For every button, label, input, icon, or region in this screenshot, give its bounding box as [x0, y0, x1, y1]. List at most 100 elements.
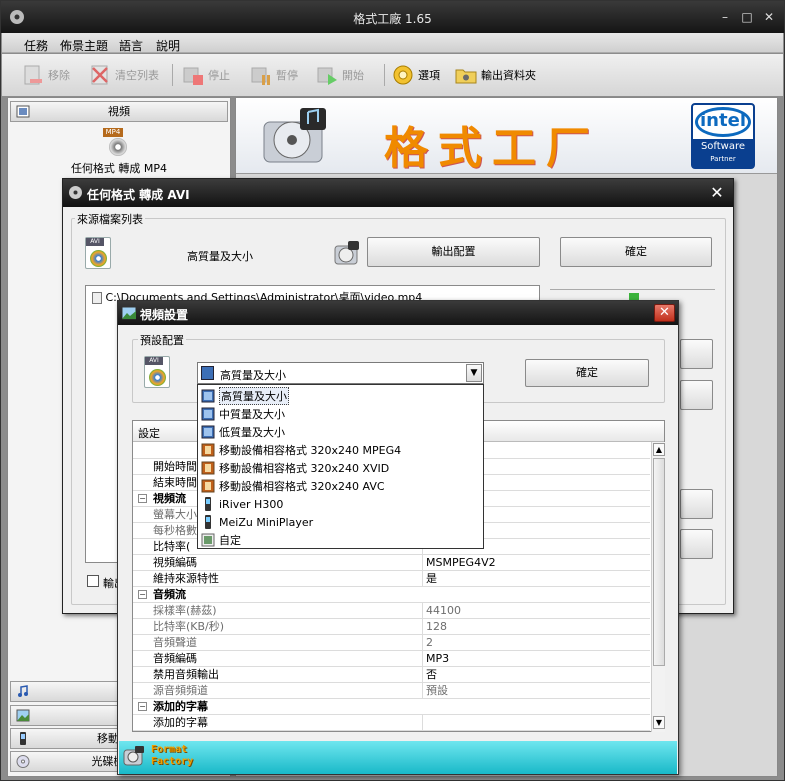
collapse-toggle-icon[interactable]: − — [138, 702, 147, 711]
options-button[interactable]: 選項 — [392, 62, 440, 88]
scroll-up-arrow[interactable]: ▲ — [653, 443, 665, 456]
grid-scrollbar[interactable]: ▲ ▼ — [651, 442, 665, 732]
property-value[interactable] — [422, 715, 648, 731]
title-bar: 格式工廠 1.65 – □ ✕ — [1, 1, 784, 33]
player-icon — [205, 497, 211, 511]
remove-button[interactable]: 移除 — [22, 62, 70, 88]
menu-task[interactable]: 任務 — [24, 37, 48, 54]
collapse-toggle-icon[interactable]: − — [138, 590, 147, 599]
menu-language[interactable]: 語言 — [119, 37, 143, 54]
menu-help[interactable]: 說明 — [156, 37, 180, 54]
toolbar-separator — [172, 64, 173, 86]
dropdown-option[interactable]: 移動設備相容格式 320x240 XVID — [201, 459, 481, 477]
preset-dropdown-list[interactable]: 高質量及大小 中質量及大小 低質量及大小 移動設備相容格式 320x240 MPEG4… — [197, 384, 484, 549]
settings-header-label: 設定 — [138, 427, 160, 440]
dropdown-option[interactable]: 中質量及大小 — [201, 405, 481, 423]
film-icon — [201, 425, 215, 439]
property-name: 添加的字幕 — [153, 700, 208, 713]
scroll-down-arrow[interactable]: ▼ — [653, 716, 665, 729]
dropdown-option[interactable]: 高質量及大小 — [201, 387, 481, 405]
film-icon — [201, 366, 214, 380]
property-name: 音頻聲道 — [153, 636, 197, 649]
collapse-toggle-icon[interactable]: − — [138, 494, 147, 503]
reel-icon — [109, 138, 127, 156]
grid-property-row[interactable]: 採樣率(赫茲) 44100 — [133, 603, 650, 619]
side-button[interactable] — [680, 380, 713, 410]
stop-button[interactable]: 停止 — [182, 62, 230, 88]
dialog-close-button[interactable]: ✕ — [705, 183, 729, 203]
clear-list-button[interactable]: 清空列表 — [89, 62, 159, 88]
custom-icon — [201, 533, 215, 547]
video-category-header[interactable]: 視頻 — [10, 101, 228, 122]
property-value[interactable]: 是 — [422, 571, 648, 587]
menu-theme[interactable]: 佈景主題 — [60, 37, 108, 54]
format-factory-logo-icon — [123, 746, 144, 766]
side-button[interactable] — [680, 489, 713, 519]
pause-icon — [251, 67, 270, 85]
grid-property-row[interactable]: 源音頻頻道 預設 — [133, 683, 650, 699]
mobile-phone-icon — [20, 732, 26, 745]
property-value[interactable]: 預設 — [422, 683, 648, 699]
dropdown-option[interactable]: 自定 — [201, 531, 481, 549]
start-button[interactable]: 開始 — [316, 62, 364, 88]
minimize-button[interactable]: – — [719, 11, 731, 23]
property-value[interactable]: 否 — [422, 667, 648, 683]
mp4-format-label[interactable]: 任何格式 轉成 MP4 — [8, 160, 230, 176]
property-name: 禁用音頻輸出 — [153, 668, 219, 681]
output-checkbox[interactable] — [87, 575, 99, 587]
intel-software-text: Software — [700, 141, 746, 152]
remove-label: 移除 — [48, 69, 70, 82]
film-icon — [16, 105, 30, 118]
footer-logo-line2: Factory — [151, 756, 194, 767]
ok-button[interactable]: 確定 — [560, 237, 712, 267]
grid-section-row[interactable]: − 音頻流 — [133, 587, 650, 603]
video-category-label: 視頻 — [108, 105, 130, 118]
player-icon — [205, 515, 211, 529]
grid-property-row[interactable]: 比特率(KB/秒) 128 — [133, 619, 650, 635]
preset-combobox[interactable]: 高質量及大小 ▼ — [197, 362, 484, 384]
property-value[interactable] — [422, 731, 648, 732]
grid-property-row[interactable]: 音頻編碼 MP3 — [133, 651, 650, 667]
ok-button[interactable]: 確定 — [525, 359, 649, 387]
property-value[interactable]: 128 — [422, 619, 648, 635]
dropdown-option[interactable]: 移動設備相容格式 320x240 AVC — [201, 477, 481, 495]
intel-software-partner-logo: intel Software Partner — [691, 103, 755, 169]
property-name: 採樣率(赫茲) — [153, 604, 217, 617]
property-value[interactable]: MSMPEG4V2 — [422, 555, 648, 571]
property-value[interactable]: MP3 — [422, 651, 648, 667]
settings-reel-icon[interactable] — [333, 240, 361, 266]
maximize-button[interactable]: □ — [741, 11, 753, 23]
dropdown-option[interactable]: MeiZu MiniPlayer — [201, 513, 481, 531]
dialog-close-button[interactable]: ✕ — [654, 304, 675, 322]
grid-property-row[interactable]: 添加的字幕 — [133, 715, 650, 731]
dropdown-option[interactable]: 低質量及大小 — [201, 423, 481, 441]
output-folder-button[interactable]: 輸出資料夾 — [455, 62, 536, 88]
mp4-badge: MP4 — [103, 128, 123, 137]
dropdown-option-label: 高質量及大小 — [219, 387, 289, 405]
output-config-button[interactable]: 輸出配置 — [367, 237, 540, 267]
dialog-title-bar: 視頻設置 ✕ — [118, 301, 678, 325]
dropdown-option[interactable]: iRiver H300 — [201, 495, 481, 513]
grid-section-row[interactable]: − 添加的字幕 — [133, 699, 650, 715]
pause-button[interactable]: 暫停 — [250, 62, 298, 88]
side-button[interactable] — [680, 339, 713, 369]
property-value[interactable]: 2 — [422, 635, 648, 651]
dropdown-option[interactable]: 移動設備相容格式 320x240 MPEG4 — [201, 441, 481, 459]
menu-bar: 任務 佈景主題 語言 說明 — [2, 33, 783, 53]
grid-property-row[interactable]: 音頻聲道 2 — [133, 635, 650, 651]
side-button[interactable] — [680, 529, 713, 559]
grid-property-row[interactable]: 字幕字型 — [133, 731, 650, 732]
property-name: 音頻流 — [153, 588, 186, 601]
chevron-down-icon[interactable]: ▼ — [466, 364, 482, 382]
avi-badge: AVI — [145, 357, 163, 365]
folder-icon — [455, 69, 477, 84]
scroll-thumb[interactable] — [653, 458, 665, 666]
mp4-format-icon[interactable]: MP4 — [103, 128, 131, 158]
avi-badge: AVI — [86, 238, 104, 246]
grid-property-row[interactable]: 視頻編碼 MSMPEG4V2 — [133, 555, 650, 571]
close-button[interactable]: ✕ — [763, 11, 775, 23]
avi-format-icon: AVI — [144, 356, 170, 388]
grid-property-row[interactable]: 維持來源特性 是 — [133, 571, 650, 587]
property-value[interactable]: 44100 — [422, 603, 648, 619]
grid-property-row[interactable]: 禁用音頻輸出 否 — [133, 667, 650, 683]
